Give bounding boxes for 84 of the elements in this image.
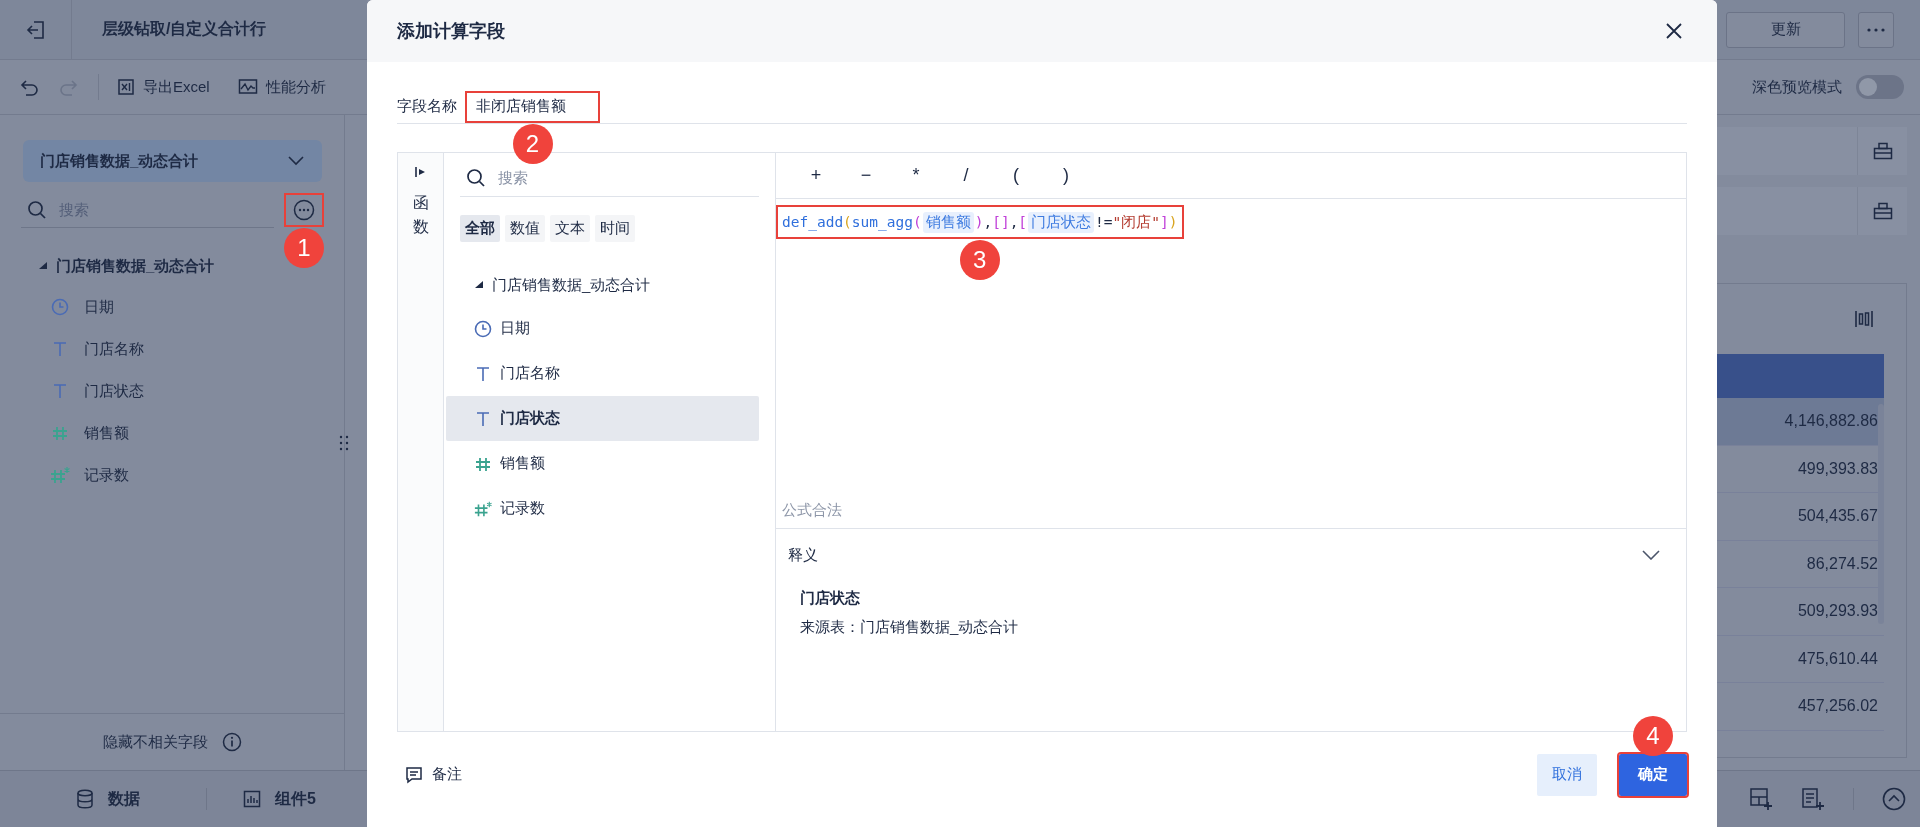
table-cell: 509,293.93 [1797, 602, 1878, 621]
functions-tab[interactable]: 函数 [398, 153, 443, 239]
field-item[interactable]: 记录数 [446, 486, 759, 531]
drag-handle-icon[interactable] [339, 434, 349, 451]
hierarchy-icon [1872, 142, 1893, 160]
text-type-icon [474, 364, 492, 383]
close-icon[interactable] [1665, 22, 1683, 40]
database-icon [76, 789, 94, 809]
cancel-button[interactable]: 取消 [1537, 753, 1597, 796]
field-name-input[interactable]: 非闭店销售额 [465, 90, 600, 123]
filter-tab[interactable]: 时间 [595, 215, 635, 242]
dark-preview-toggle[interactable] [1856, 75, 1904, 99]
analysis-button[interactable]: 性能分析 [237, 77, 326, 97]
expand-caret-icon[interactable] [474, 280, 484, 290]
step-marker: 1 [284, 228, 324, 268]
filter-tab[interactable]: 数值 [505, 215, 545, 242]
operator-button[interactable]: − [848, 165, 884, 186]
source-table-text: 来源表：门店销售数据_动态合计 [800, 618, 1020, 637]
clock-icon [474, 319, 492, 338]
field-item[interactable]: 销售额 [38, 412, 344, 454]
field-item[interactable]: 日期 [446, 306, 759, 351]
number-type-icon [50, 424, 70, 442]
field-title: 门店状态 [800, 589, 861, 608]
search-field[interactable]: 搜索 [496, 168, 646, 187]
dataset-dropdown[interactable]: 门店销售数据_动态合计 [23, 140, 322, 182]
search-icon [466, 167, 486, 188]
count-type-icon [50, 466, 70, 484]
export-button[interactable]: 导出Excel [117, 77, 210, 97]
field-item[interactable]: 门店名称 [446, 351, 759, 396]
step-marker: 2 [512, 123, 553, 164]
table-cell: 475,610.44 [1797, 649, 1878, 668]
step-marker: 4 [1633, 715, 1673, 756]
table-cell: 499,393.83 [1797, 459, 1878, 478]
hide-fields-label: 隐藏不相关字段 [102, 732, 208, 752]
validation-status: 公式合法 [781, 501, 843, 520]
component-tab[interactable]: 组件5 [237, 787, 322, 811]
table-cell: 4,146,882.86 [1784, 412, 1878, 431]
formula-input[interactable]: def_add(sum_agg( 销售额 ),[],[ 门店状态 !="闭店"]) [776, 205, 1184, 239]
operator-button[interactable]: ( [998, 165, 1034, 186]
text-type-icon [474, 409, 492, 428]
field-item[interactable]: 门店状态 [38, 370, 344, 412]
field-item[interactable]: 销售额 [446, 441, 759, 486]
step-marker: 3 [959, 240, 1000, 280]
excel-icon [117, 78, 135, 96]
filter-tab[interactable]: 全部 [460, 215, 500, 242]
note-button[interactable]: 备注 [405, 765, 462, 784]
count-type-icon [474, 499, 492, 518]
more-icon [1867, 27, 1885, 32]
table-cell: 86,274.52 [1806, 554, 1878, 573]
add-list-icon[interactable] [1801, 787, 1825, 811]
pulse-chart-icon [237, 78, 258, 96]
field-name-label: 字段名称 [397, 97, 457, 116]
dialog-title: 添加计算字段 [397, 20, 505, 43]
confirm-button[interactable]: 确定 [1619, 753, 1687, 796]
update-button[interactable]: 更新 [1726, 11, 1845, 48]
operator-button[interactable]: + [798, 165, 834, 186]
filter-tab[interactable]: 文本 [550, 215, 590, 242]
collapse-up-icon[interactable] [1882, 787, 1906, 811]
hierarchy-icon [1872, 202, 1893, 220]
more-options-icon[interactable] [293, 199, 315, 221]
field-item[interactable]: 门店状态 [446, 396, 759, 441]
clock-icon [50, 298, 70, 316]
dark-preview-label: 深色预览模式 [1752, 77, 1842, 97]
info-icon[interactable] [221, 732, 242, 752]
operator-button[interactable]: / [948, 165, 984, 186]
comment-icon [405, 765, 423, 784]
search-icon [27, 199, 47, 220]
table-cell: 504,435.67 [1797, 507, 1878, 526]
add-grid-icon[interactable] [1749, 787, 1773, 811]
column-chart-icon[interactable] [1855, 309, 1873, 329]
exit-icon[interactable] [24, 18, 47, 41]
data-tab[interactable]: 数据 [70, 787, 146, 811]
field-item[interactable]: 门店名称 [38, 328, 344, 370]
dataset-name: 门店销售数据_动态合计 [492, 275, 651, 295]
operator-button[interactable]: ) [1048, 165, 1084, 186]
operator-button[interactable]: * [898, 165, 934, 186]
explanation-header[interactable]: 释义 [788, 529, 1674, 581]
report-title: 层级钻取/自定义合计行 [101, 19, 267, 39]
bar-chart-icon [243, 790, 261, 808]
table-cell: 457,256.02 [1797, 697, 1878, 716]
field-item[interactable]: 日期 [38, 286, 344, 328]
field-item[interactable]: 记录数 [38, 454, 344, 496]
chevron-down-icon [288, 156, 304, 166]
dataset-name: 门店销售数据_动态合计 [56, 256, 215, 276]
